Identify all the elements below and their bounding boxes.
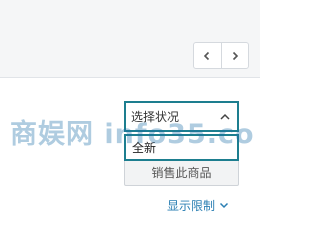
condition-option-new[interactable]: 全新	[124, 134, 239, 161]
sell-this-item-button[interactable]: 销售此商品	[124, 158, 239, 186]
top-bar	[0, 0, 260, 78]
prev-button[interactable]	[194, 43, 221, 68]
chevron-down-icon	[219, 202, 229, 209]
condition-select-placeholder: 选择状况	[131, 110, 180, 124]
show-limits-label: 显示限制	[167, 198, 216, 213]
page: 选择状况 全新 销售此商品 显示限制 商娱网 info35.co	[0, 0, 260, 242]
chevron-right-icon	[232, 51, 238, 60]
next-button[interactable]	[220, 43, 249, 68]
pagination-buttons	[193, 42, 249, 69]
condition-select[interactable]: 选择状况	[124, 101, 239, 132]
sell-button-label: 销售此商品	[151, 165, 212, 180]
chevron-up-icon	[220, 113, 230, 120]
show-limits-link[interactable]: 显示限制	[167, 196, 229, 214]
chevron-left-icon	[204, 51, 210, 60]
condition-option-label: 全新	[132, 141, 157, 155]
